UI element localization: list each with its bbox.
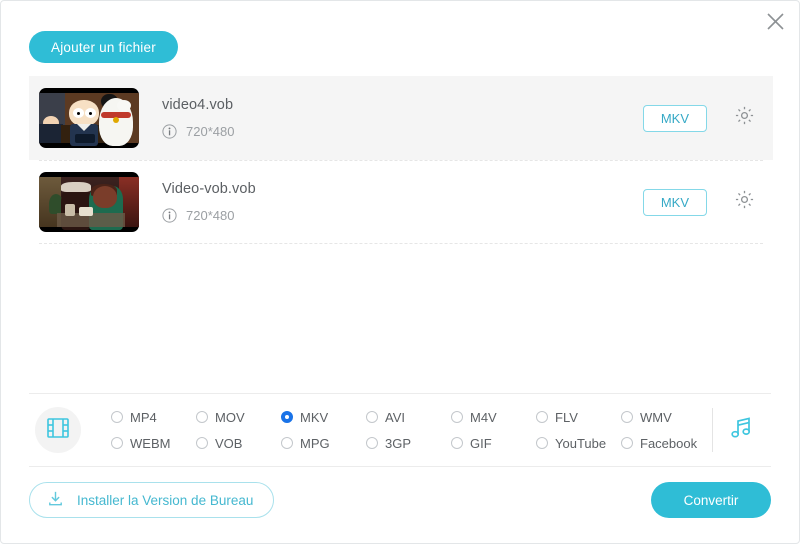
radio-icon <box>111 437 123 449</box>
radio-icon <box>111 411 123 423</box>
music-note-icon <box>727 413 757 448</box>
gear-icon <box>734 189 755 215</box>
format-option-mpg[interactable]: MPG <box>281 430 366 456</box>
format-option-label: WMV <box>640 409 672 425</box>
format-option-gif[interactable]: GIF <box>451 430 536 456</box>
format-selection-bar: MP4 MOV MKV AVI M4V FLV WMV WEBM VOB MPG… <box>29 393 771 467</box>
file-settings-button[interactable] <box>733 105 755 131</box>
file-settings-button[interactable] <box>733 189 755 215</box>
close-icon <box>766 12 785 31</box>
file-meta: Video-vob.vob 720*480 <box>139 181 643 223</box>
format-option-label: MP4 <box>130 409 157 425</box>
radio-icon <box>451 411 463 423</box>
format-option-flv[interactable]: FLV <box>536 404 621 430</box>
thumbnail-image <box>39 88 139 148</box>
radio-icon <box>281 437 293 449</box>
file-format-button[interactable]: MKV <box>642 104 707 132</box>
video-thumbnail[interactable] <box>39 172 139 232</box>
format-option-avi[interactable]: AVI <box>366 404 451 430</box>
converter-window: Ajouter un fichier video4.vob 720*480 MK… <box>0 0 800 544</box>
format-option-label: 3GP <box>385 435 412 451</box>
radio-icon <box>281 411 293 423</box>
format-option-facebook[interactable]: Facebook <box>621 430 706 456</box>
info-icon[interactable] <box>162 208 177 223</box>
radio-icon <box>621 437 633 449</box>
format-option-mp4[interactable]: MP4 <box>111 404 196 430</box>
footer-bar: Installer la Version de Bureau Convertir <box>29 482 771 518</box>
install-desktop-version-button[interactable]: Installer la Version de Bureau <box>29 482 275 518</box>
gear-icon <box>734 105 755 131</box>
format-option-wmv[interactable]: WMV <box>621 404 706 430</box>
format-option-label: MOV <box>215 409 245 425</box>
download-icon <box>46 489 65 511</box>
install-button-label: Installer la Version de Bureau <box>77 492 254 508</box>
format-option-3gp[interactable]: 3GP <box>366 430 451 456</box>
format-option-label: VOB <box>215 435 243 451</box>
format-option-label: MPG <box>300 435 330 451</box>
file-list: video4.vob 720*480 MKV Video-vob.vob 720… <box>29 76 773 391</box>
close-button[interactable] <box>761 7 789 35</box>
format-option-webm[interactable]: WEBM <box>111 430 196 456</box>
radio-icon <box>196 411 208 423</box>
video-thumbnail[interactable] <box>39 88 139 148</box>
radio-icon <box>366 411 378 423</box>
info-icon[interactable] <box>162 124 177 139</box>
audio-format-tab[interactable] <box>713 413 771 448</box>
file-resolution: 720*480 <box>186 124 235 139</box>
add-file-area: Ajouter un fichier <box>29 31 178 63</box>
file-name: video4.vob <box>162 97 234 113</box>
format-option-mkv[interactable]: MKV <box>281 404 366 430</box>
convert-button[interactable]: Convertir <box>651 482 771 518</box>
format-option-label: YouTube <box>555 435 607 451</box>
file-row[interactable]: Video-vob.vob 720*480 MKV <box>29 160 773 244</box>
file-meta: video4.vob 720*480 <box>139 97 643 139</box>
video-format-tab[interactable] <box>35 407 81 453</box>
radio-icon <box>536 411 548 423</box>
format-option-label: Facebook <box>640 435 698 451</box>
file-format-button[interactable]: MKV <box>642 188 707 216</box>
film-strip-icon <box>45 415 71 446</box>
format-option-vob[interactable]: VOB <box>196 430 281 456</box>
format-option-label: FLV <box>555 409 578 425</box>
format-options: MP4 MOV MKV AVI M4V FLV WMV WEBM VOB MPG… <box>81 404 712 456</box>
file-resolution: 720*480 <box>186 208 235 223</box>
format-option-label: WEBM <box>130 435 171 451</box>
format-option-label: MKV <box>300 409 329 425</box>
format-option-label: M4V <box>470 409 497 425</box>
file-subinfo: 720*480 <box>162 124 643 139</box>
thumbnail-image <box>39 172 139 232</box>
radio-icon <box>196 437 208 449</box>
add-file-button[interactable]: Ajouter un fichier <box>29 31 178 63</box>
radio-icon <box>366 437 378 449</box>
radio-icon <box>451 437 463 449</box>
format-option-label: GIF <box>470 435 492 451</box>
radio-icon <box>621 411 633 423</box>
file-row[interactable]: video4.vob 720*480 MKV <box>29 76 773 160</box>
format-option-mov[interactable]: MOV <box>196 404 281 430</box>
radio-icon <box>536 437 548 449</box>
file-subinfo: 720*480 <box>162 208 643 223</box>
file-name: Video-vob.vob <box>162 181 256 197</box>
format-option-label: AVI <box>385 409 405 425</box>
format-option-m4v[interactable]: M4V <box>451 404 536 430</box>
format-option-youtube[interactable]: YouTube <box>536 430 621 456</box>
